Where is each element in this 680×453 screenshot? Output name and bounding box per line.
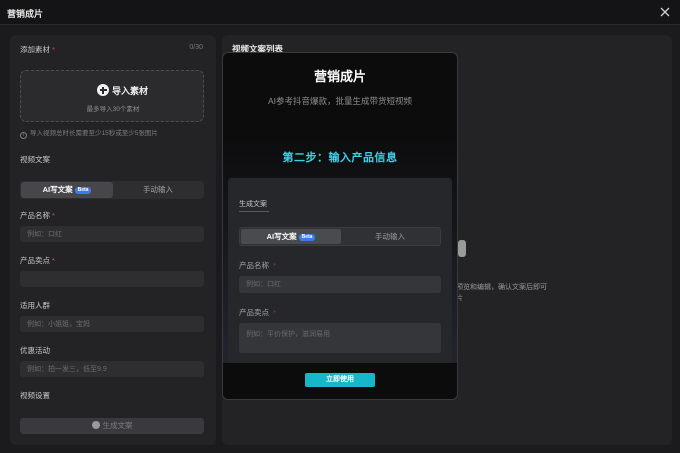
tab-manual-input[interactable]: 手动输入 xyxy=(112,182,204,198)
sparkle-icon xyxy=(91,421,100,429)
empty-state-hint: 预览和编辑，确认文案后即可 片 xyxy=(456,282,547,304)
generate-copy-button[interactable]: 生成文案 xyxy=(20,418,204,434)
title-bar: 营销成片 xyxy=(0,0,680,25)
use-now-button[interactable]: 立即使用 xyxy=(305,373,375,387)
selling-points-label-text: 产品卖点 xyxy=(20,256,50,265)
window-title: 营销成片 xyxy=(7,9,44,19)
modal-footer: 立即使用 xyxy=(223,363,457,399)
step-heading: 第二步：输入产品信息 xyxy=(282,152,398,164)
modal-title: 营销成片 xyxy=(313,69,366,84)
material-counter: 0/30 xyxy=(189,44,203,51)
empty-state-icon xyxy=(458,240,466,257)
product-name-label: 产品名称 * xyxy=(20,210,55,221)
copy-mode-switch: AI写文案 Beta 手动输入 xyxy=(20,181,204,199)
preview-card: 生成文案 AI写文案 Beta 手动输入 产品名称 * 例如：口红 产品卖点 * … xyxy=(228,178,452,363)
onboarding-modal: 营销成片 AI参考抖音爆款，批量生成带货短视频 第二步：输入产品信息 生成文案 … xyxy=(222,52,458,400)
preview-product-name-text: 产品名称 xyxy=(239,261,269,270)
import-material-limit: 最多导入30个素材 xyxy=(86,106,140,113)
audience-label: 适用人群 xyxy=(20,301,50,310)
upload-hint-text: 导入视频总时长需要至少15秒或至少5张图片 xyxy=(30,130,158,137)
video-settings-label: 视频设置 xyxy=(20,391,50,400)
plus-circle-icon xyxy=(97,84,109,96)
preview-copy-mode-switch: AI写文案 Beta 手动输入 xyxy=(239,227,441,246)
empty-state-hint-line2: 片 xyxy=(456,295,463,302)
preview-card-title: 生成文案 xyxy=(239,201,267,208)
preview-selling-points-text: 产品卖点 xyxy=(239,308,269,317)
left-panel: 添加素材 * 0/30 导入素材 最多导入30个素材 i 导入视频总时长需要至少15… xyxy=(10,35,216,445)
product-name-label-text: 产品名称 xyxy=(20,211,50,220)
close-icon[interactable] xyxy=(658,5,672,19)
copy-section-label: 视频文案 xyxy=(20,155,50,164)
selling-points-input[interactable] xyxy=(20,271,204,287)
required-mark: * xyxy=(52,256,55,265)
add-material-label: 添加素材 * xyxy=(20,44,55,55)
preview-product-name-label: 产品名称 * xyxy=(239,260,276,271)
upload-hint: i 导入视频总时长需要至少15秒或至少5张图片 xyxy=(20,127,158,139)
tab-ai-copy[interactable]: AI写文案 Beta xyxy=(21,182,113,198)
audience-input[interactable] xyxy=(20,316,204,332)
preview-product-name-field: 例如：口红 xyxy=(239,276,441,293)
preview-selling-points-field: 例如：平价保护，滋润易用 xyxy=(239,323,441,353)
beta-badge: Beta xyxy=(74,187,92,194)
preview-selling-points-label: 产品卖点 * xyxy=(239,307,276,318)
required-mark: * xyxy=(52,211,55,220)
tab-ai-copy-label: AI写文案 xyxy=(42,185,73,194)
beta-badge: Beta xyxy=(298,234,316,241)
selling-points-label: 产品卖点 * xyxy=(20,255,55,266)
generate-copy-label: 生成文案 xyxy=(102,421,133,430)
preview-tab-manual: 手动输入 xyxy=(375,232,405,241)
info-icon: i xyxy=(20,132,27,139)
import-material-title: 导入素材 xyxy=(112,86,149,96)
modal-subtitle: AI参考抖音爆款，批量生成带货短视频 xyxy=(267,96,413,106)
empty-state-hint-line1: 预览和编辑，确认文案后即可 xyxy=(456,284,547,291)
required-mark: * xyxy=(273,308,277,317)
title-underline xyxy=(239,211,269,212)
import-material-dropzone[interactable]: 导入素材 最多导入30个素材 xyxy=(20,70,204,122)
promotion-input[interactable] xyxy=(20,361,204,377)
preview-tab-ai-copy: AI写文案 Beta xyxy=(241,229,341,244)
required-mark: * xyxy=(273,261,277,270)
preview-tab-ai-label: AI写文案 xyxy=(266,232,297,241)
promotion-label: 优惠活动 xyxy=(20,346,50,355)
add-material-text: 添加素材 xyxy=(20,45,50,54)
required-mark: * xyxy=(52,45,55,54)
product-name-input[interactable] xyxy=(20,226,204,242)
